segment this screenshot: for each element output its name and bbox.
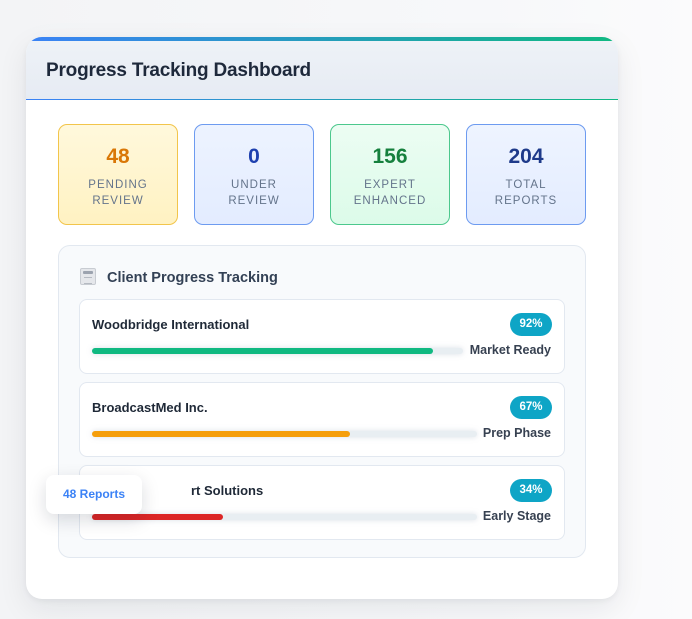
- stat-total-reports: 204 TOTAL REPORTS: [466, 124, 586, 225]
- progress-track: [92, 431, 477, 437]
- client-row-woodbridge[interactable]: Woodbridge International 92% Market Read…: [79, 299, 565, 374]
- stat-under-review: 0 UNDER REVIEW: [194, 124, 314, 225]
- stat-pending-review: 48 PENDING REVIEW: [58, 124, 178, 225]
- dashboard-header: Progress Tracking Dashboard: [26, 37, 618, 100]
- stat-value: 156: [372, 145, 408, 168]
- progress-fill: [92, 348, 434, 354]
- client-row-solutions[interactable]: rt Solutions 34% Early Stage: [79, 465, 565, 540]
- dashboard-card: Progress Tracking Dashboard 48 PENDING R…: [26, 37, 618, 599]
- dashboard-title: Progress Tracking Dashboard: [46, 60, 311, 81]
- progress-track: [92, 348, 463, 354]
- stat-label: TOTAL REPORTS: [494, 179, 558, 207]
- progress-fill: [92, 431, 350, 437]
- client-name: Woodbridge International: [92, 317, 250, 332]
- reports-count-tooltip[interactable]: 48 Reports: [46, 475, 142, 514]
- stat-label: PENDING REVIEW: [88, 179, 148, 207]
- page-background: Progress Tracking Dashboard 48 PENDING R…: [0, 0, 692, 619]
- panel-title: Client Progress Tracking: [107, 270, 278, 286]
- client-stage: Prep Phase: [482, 426, 551, 440]
- client-name: rt Solutions: [191, 483, 264, 498]
- progress-percent-badge: 34%: [510, 479, 552, 502]
- progress-percent-badge: 92%: [510, 313, 552, 336]
- stat-label: EXPERT ENHANCED: [353, 179, 427, 207]
- client-row-broadcastmed[interactable]: BroadcastMed Inc. 67% Prep Phase: [79, 382, 565, 457]
- stat-value: 204: [508, 145, 544, 168]
- stat-value: 48: [106, 145, 130, 168]
- client-stage: Market Ready: [469, 343, 551, 357]
- progress-track: [92, 514, 477, 520]
- stat-expert-enhanced: 156 EXPERT ENHANCED: [330, 124, 450, 225]
- client-stage: Early Stage: [482, 509, 551, 523]
- client-name: BroadcastMed Inc.: [92, 400, 208, 415]
- clipboard-icon: [80, 268, 96, 285]
- progress-fill: [92, 514, 223, 520]
- stat-value: 0: [248, 145, 260, 168]
- stat-label: UNDER REVIEW: [228, 179, 280, 207]
- progress-percent-badge: 67%: [510, 396, 552, 419]
